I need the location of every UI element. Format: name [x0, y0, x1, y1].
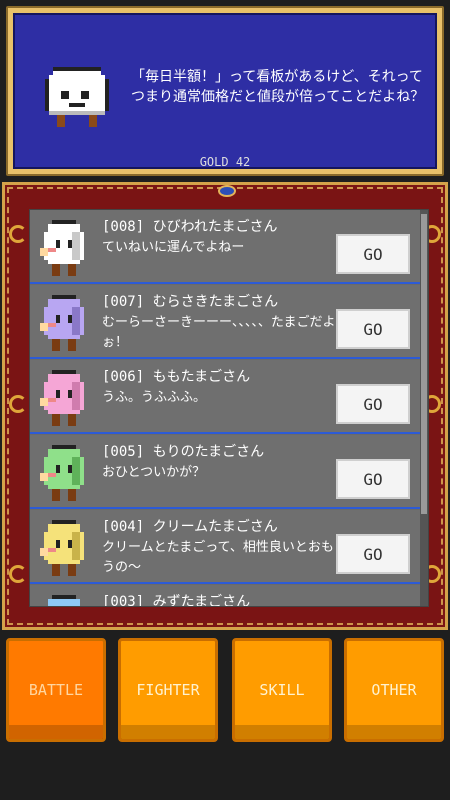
- go-button[interactable]: GO: [336, 384, 410, 424]
- other-button[interactable]: OTHER: [344, 638, 444, 742]
- egg-fighter-icon: [40, 295, 84, 351]
- fighter-message: むーらーさーきーーー、、、、、たまごだよぉ！: [102, 315, 336, 350]
- fighter-message: クリームとたまごって、相性良いとおもうの～: [102, 540, 334, 575]
- dialog-message: 「毎日半額！」って看板があるけど、それってつまり通常価格だと値段が倍ってことだよ…: [131, 69, 425, 105]
- scroll-thumb[interactable]: [421, 214, 427, 514]
- list-scrollbar[interactable]: [420, 210, 428, 606]
- fighter-row-003: [003] みずたまごさん: [30, 585, 420, 607]
- fighter-title: [004] クリームたまごさん: [102, 519, 278, 535]
- fighter-row-006: [006] ももたまごさん うふ。うふふふ。 GO: [30, 360, 420, 434]
- bottom-menu: BATTLE FIGHTER SKILL OTHER: [6, 638, 444, 742]
- fighter-title: [007] むらさきたまごさん: [102, 294, 279, 310]
- fighter-title: [006] ももたまごさん: [102, 369, 251, 385]
- egg-fighter-icon: [48, 595, 80, 606]
- fighter-title: [008] ひびわれたまごさん: [102, 219, 278, 235]
- fighter-message: うふ。うふふふ。: [102, 390, 207, 405]
- fighter-list-panel: [008] ひびわれたまごさん ていねいに運んでよねー GO [007] むらさ…: [2, 182, 448, 630]
- ornament-swirl-icon: [9, 225, 27, 243]
- fighter-row-004: [004] クリームたまごさん クリームとたまごって、相性良いとおもうの～ GO: [30, 510, 420, 584]
- dialog-box: 「毎日半額！」って看板があるけど、それってつまり通常価格だと値段が倍ってことだよ…: [6, 6, 444, 176]
- go-button[interactable]: GO: [336, 234, 410, 274]
- egg-fighter-icon: [40, 445, 84, 501]
- gold-counter: GOLD 42: [199, 155, 251, 169]
- ornament-swirl-icon: [9, 565, 27, 583]
- panel-gem-ornament: [218, 185, 236, 197]
- fighter-title: [005] もりのたまごさん: [102, 444, 265, 460]
- fighter-title: [003] みずたまごさん: [102, 594, 251, 607]
- fighter-row-007: [007] むらさきたまごさん むーらーさーきーーー、、、、、たまごだよぉ！ G…: [30, 285, 420, 359]
- fighter-message: ていねいに運んでよねー: [102, 240, 245, 255]
- battle-button[interactable]: BATTLE: [6, 638, 106, 742]
- fighter-row-008: [008] ひびわれたまごさん ていねいに運んでよねー GO: [30, 210, 420, 284]
- egg-fighter-icon: [40, 370, 84, 426]
- egg-fighter-icon: [40, 220, 84, 276]
- shopkeeper-icon: [45, 67, 109, 127]
- go-button[interactable]: GO: [336, 309, 410, 349]
- go-button[interactable]: GO: [336, 534, 410, 574]
- dialog-inner: 「毎日半額！」って看板があるけど、それってつまり通常価格だと値段が倍ってことだよ…: [13, 13, 437, 169]
- fighter-row-005: [005] もりのたまごさん おひとついかが？ GO: [30, 435, 420, 509]
- fighter-button[interactable]: FIGHTER: [118, 638, 218, 742]
- go-button[interactable]: GO: [336, 459, 410, 499]
- skill-button[interactable]: SKILL: [232, 638, 332, 742]
- egg-fighter-icon: [40, 520, 84, 576]
- ornament-swirl-icon: [9, 395, 27, 413]
- fighter-message: おひとついかが？: [102, 465, 206, 480]
- fighter-list[interactable]: [008] ひびわれたまごさん ていねいに運んでよねー GO [007] むらさ…: [29, 209, 429, 607]
